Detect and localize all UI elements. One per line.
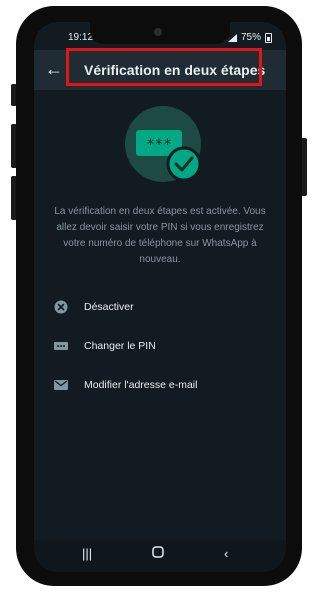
battery-icon bbox=[265, 32, 272, 43]
option-disable[interactable]: Désactiver bbox=[34, 294, 286, 322]
back-nav-icon[interactable]: ‹ bbox=[224, 546, 228, 561]
email-icon bbox=[54, 380, 68, 390]
pin-mask-text: *** bbox=[146, 137, 171, 153]
battery-percent: 75% bbox=[240, 32, 261, 43]
signal-icon bbox=[227, 33, 237, 42]
camera-notch bbox=[90, 22, 230, 44]
screen: 19:12 75% ← Vérification en deux étapes … bbox=[34, 22, 286, 572]
app-bar: ← Vérification en deux étapes bbox=[34, 48, 286, 90]
home-icon[interactable] bbox=[152, 546, 164, 561]
check-badge bbox=[166, 146, 202, 182]
pin-dots-icon bbox=[54, 342, 68, 350]
description-text: La vérification en deux étapes est activ… bbox=[54, 206, 266, 265]
option-edit-email-label: Modifier l'adresse e-mail bbox=[84, 379, 198, 391]
status-time: 19:12 bbox=[68, 32, 94, 43]
recent-apps-icon[interactable]: ||| bbox=[82, 546, 92, 561]
two-step-verification-illustration: *** bbox=[125, 106, 202, 182]
back-arrow-icon[interactable]: ← bbox=[44, 58, 64, 80]
front-camera bbox=[154, 28, 162, 36]
x-circle-icon bbox=[54, 300, 68, 314]
option-edit-email[interactable]: Modifier l'adresse e-mail bbox=[34, 372, 286, 400]
option-change-pin[interactable]: Changer le PIN bbox=[34, 333, 286, 361]
highlight-box bbox=[66, 48, 262, 86]
option-change-pin-label: Changer le PIN bbox=[84, 340, 156, 352]
option-disable-label: Désactiver bbox=[84, 301, 134, 313]
system-nav-bar: ||| ‹ bbox=[34, 540, 286, 572]
